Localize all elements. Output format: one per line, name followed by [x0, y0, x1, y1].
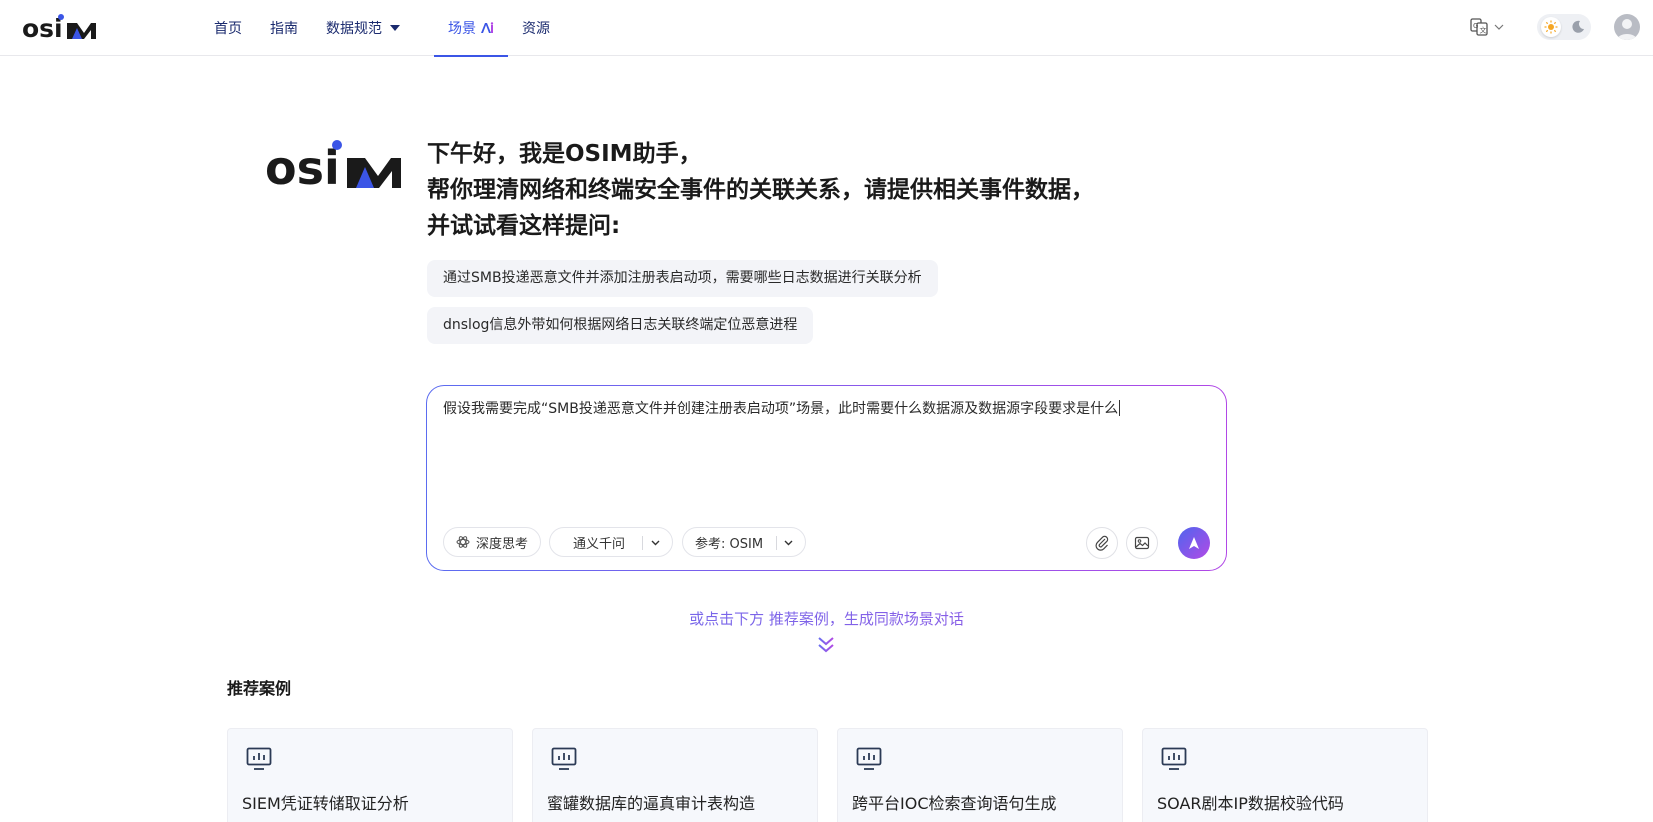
upload-image-button[interactable]: [1126, 527, 1158, 559]
send-button[interactable]: [1178, 527, 1210, 559]
text-cursor: [1119, 400, 1121, 416]
divider: [642, 536, 643, 550]
case-card[interactable]: SIEM凭证转储取证分析: [227, 728, 513, 822]
deep-think-toggle[interactable]: 深度思考: [443, 527, 541, 557]
case-card-title: SOAR剧本IP数据校验代码: [1157, 794, 1344, 813]
svg-text:G: G: [1473, 22, 1478, 30]
osim-logo[interactable]: osi: [22, 12, 98, 42]
translate-icon: G 文: [1470, 18, 1488, 36]
deep-think-label: 深度思考: [476, 536, 529, 552]
chat-input-box: 假设我需要完成“SMB投递恶意文件并创建注册表启动项”场景，此时需要什么数据源及…: [426, 385, 1227, 571]
nav-scenario[interactable]: 场景: [434, 0, 508, 57]
monitor-chart-icon: [551, 747, 577, 770]
greeting-line: 帮你理清网络和终端安全事件的关联关系，请提供相关事件数据，: [427, 177, 1094, 203]
theme-toggle[interactable]: [1537, 14, 1591, 40]
nav-home[interactable]: 首页: [200, 0, 256, 56]
ai-badge-icon: [481, 22, 494, 33]
svg-text:文: 文: [1480, 26, 1487, 35]
divider: [776, 536, 777, 550]
svg-text:osi: osi: [22, 14, 63, 42]
nav-data-spec[interactable]: 数据规范: [312, 0, 414, 56]
atom-icon: [456, 536, 470, 548]
osim-hero-logo: osi: [265, 140, 401, 194]
send-icon: [1189, 537, 1199, 549]
paperclip-icon: [1095, 535, 1109, 551]
model-selector[interactable]: 通义千问: [549, 527, 673, 557]
model-label: 通义千问: [573, 536, 626, 552]
suggestion-prompt[interactable]: dnslog信息外带如何根据网络日志关联终端定位恶意进程: [427, 307, 814, 344]
monitor-chart-icon: [856, 747, 882, 770]
reference-selector[interactable]: 参考: OSIM: [682, 527, 806, 557]
section-title: 推荐案例: [227, 679, 292, 698]
nav-scenario-label: 场景: [448, 21, 476, 37]
chevron-down-icon[interactable]: [650, 537, 661, 548]
svg-text:osi: osi: [265, 141, 340, 194]
recommended-cards: SIEM凭证转储取证分析 蜜罐数据库的逼真审计表构造 跨平台IOC检索查询语句生…: [227, 728, 1428, 822]
sun-icon: [1541, 17, 1561, 37]
attach-file-button[interactable]: [1086, 527, 1118, 559]
nav-resources-label: 资源: [522, 21, 550, 37]
nav-data-spec-label: 数据规范: [326, 21, 382, 37]
monitor-chart-icon: [1161, 747, 1187, 770]
nav-guide[interactable]: 指南: [256, 0, 312, 56]
case-card-title: SIEM凭证转储取证分析: [242, 794, 409, 813]
nav-resources[interactable]: 资源: [508, 0, 564, 56]
double-chevron-down-icon[interactable]: [815, 634, 837, 656]
nav-home-label: 首页: [214, 21, 242, 37]
monitor-chart-icon: [246, 747, 272, 770]
chat-input[interactable]: 假设我需要完成“SMB投递恶意文件并创建注册表启动项”场景，此时需要什么数据源及…: [443, 398, 1206, 420]
image-icon: [1134, 536, 1150, 550]
suggestion-prompt[interactable]: 通过SMB投递恶意文件并添加注册表启动项，需要哪些日志数据进行关联分析: [427, 260, 938, 297]
chat-input-value: 假设我需要完成“SMB投递恶意文件并创建注册表启动项”场景，此时需要什么数据源及…: [443, 401, 1119, 417]
greeting-line: 并试试看这样提问:: [427, 213, 621, 239]
case-card-title: 跨平台IOC检索查询语句生成: [852, 794, 1057, 813]
caret-down-icon: [390, 25, 400, 31]
user-avatar[interactable]: [1614, 14, 1640, 40]
assistant-greeting: 下午好，我是OSIM助手， 帮你理清网络和终端安全事件的关联关系，请提供相关事件…: [427, 136, 1094, 244]
recommend-hint: 或点击下方 推荐案例，生成同款场景对话: [0, 608, 1653, 629]
chevron-down-icon: [1494, 24, 1504, 30]
case-card-title: 蜜罐数据库的逼真审计表构造: [547, 794, 756, 813]
reference-label: 参考: OSIM: [695, 536, 764, 552]
case-card[interactable]: SOAR剧本IP数据校验代码: [1142, 728, 1428, 822]
top-navigation-bar: osi 首页 指南 数据规范 场景 资源 G 文: [0, 0, 1653, 57]
chevron-down-icon[interactable]: [783, 537, 794, 548]
nav-guide-label: 指南: [270, 21, 298, 37]
main-nav: 首页 指南 数据规范 场景 资源: [200, 0, 564, 57]
case-card[interactable]: 蜜罐数据库的逼真审计表构造: [532, 728, 818, 822]
greeting-line: 下午好，我是OSIM助手，: [427, 141, 702, 167]
moon-icon: [1569, 18, 1587, 36]
language-switcher[interactable]: G 文: [1470, 14, 1510, 40]
case-card[interactable]: 跨平台IOC检索查询语句生成: [837, 728, 1123, 822]
